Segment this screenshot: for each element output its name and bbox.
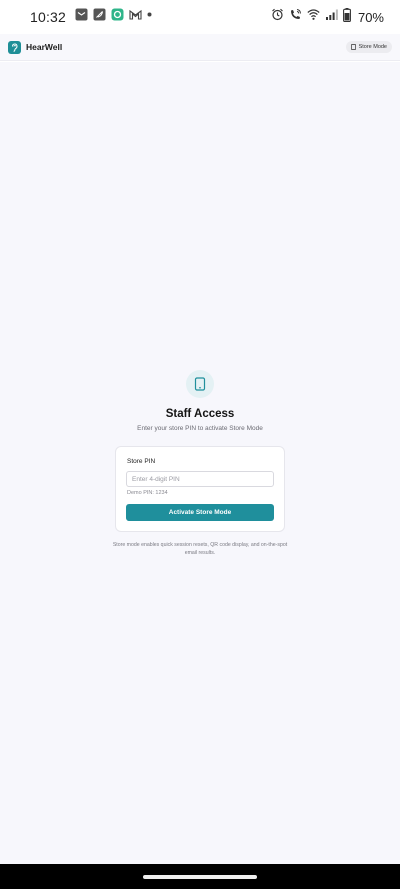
system-nav-bar [0, 864, 400, 889]
app-header: HearWell Store Mode [0, 34, 400, 61]
more-dot-icon [147, 8, 152, 26]
brand-name: HearWell [26, 42, 63, 52]
home-gesture-handle[interactable] [143, 875, 257, 879]
status-bar: 10:32 70% [0, 0, 400, 34]
system-status-icons: 70% [271, 7, 384, 27]
hearwell-logo-icon [8, 40, 21, 54]
wifi-icon [307, 8, 320, 26]
notification-icons [75, 8, 152, 26]
tablet-badge [186, 370, 214, 398]
pin-card: Store PIN Demo PIN: 1234 Activate Store … [115, 446, 285, 532]
mail-notification-icon [75, 8, 88, 26]
status-time: 10:32 [30, 9, 67, 25]
signal-icon [325, 8, 338, 26]
alarm-icon [271, 8, 284, 26]
demo-pin-hint: Demo PIN: 1234 [127, 490, 168, 496]
pin-label: Store PIN [127, 458, 156, 465]
battery-percent: 70% [357, 9, 384, 25]
battery-icon [343, 7, 351, 27]
activate-store-mode-button[interactable]: Activate Store Mode [126, 504, 274, 521]
store-mode-label: Store Mode [358, 44, 387, 50]
feather-app-icon [93, 8, 106, 26]
store-mode-footnote: Store mode enables quick session resets,… [112, 542, 288, 556]
gmail-icon [129, 8, 142, 26]
green-app-icon [111, 8, 124, 26]
tablet-icon [194, 377, 206, 391]
store-mode-button[interactable]: Store Mode [345, 41, 392, 53]
tablet-icon [350, 44, 356, 50]
wifi-calling-icon [289, 8, 302, 26]
pin-input[interactable] [126, 471, 274, 487]
page-title: Staff Access [165, 408, 235, 420]
page-subtitle: Enter your store PIN to activate Store M… [137, 425, 263, 432]
